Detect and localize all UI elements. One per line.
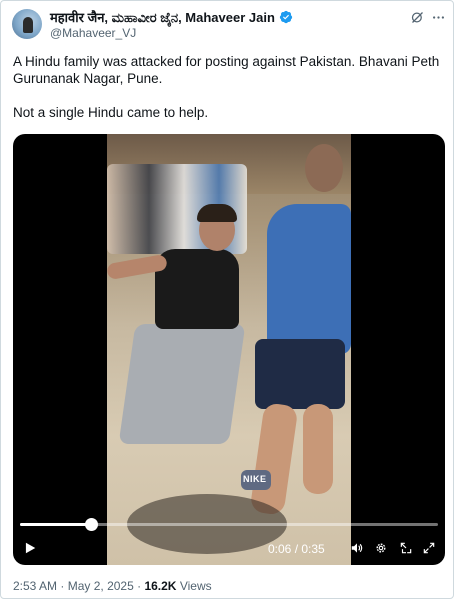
author-display-name[interactable]: महावीर जैन, ಮಹಾವೀರ ಜೈನ, Mahaveer Jain xyxy=(50,8,275,26)
views-count: 16.2K xyxy=(144,579,177,593)
tweet-text: A Hindu family was attacked for posting … xyxy=(13,53,443,121)
post-date[interactable]: May 2, 2025 xyxy=(68,579,134,593)
fullscreen-icon[interactable] xyxy=(422,541,436,555)
tweet-meta: 2:53 AM · May 2, 2025 · 16.2K Views xyxy=(13,579,212,593)
volume-icon[interactable] xyxy=(350,541,364,555)
picture-in-picture-icon[interactable] xyxy=(399,541,413,555)
video-progress-fill xyxy=(20,523,92,526)
tweet-paragraph: Not a single Hindu came to help. xyxy=(13,105,209,120)
avatar[interactable] xyxy=(12,9,42,39)
author-handle[interactable]: @Mahaveer_VJ xyxy=(50,26,136,40)
video-player[interactable]: NIKE 0:06 / 0:35 xyxy=(13,134,445,565)
views-label: Views xyxy=(179,579,212,593)
verified-badge-icon xyxy=(279,10,293,24)
author-name-row[interactable]: महावीर जैन, ಮಹಾವೀರ ಜೈನ, Mahaveer Jain xyxy=(50,9,293,25)
video-progress-bar[interactable] xyxy=(20,518,438,531)
play-icon[interactable] xyxy=(23,541,37,555)
more-options-icon[interactable] xyxy=(431,10,446,25)
tweet-card: महावीर जैन, ಮಹಾವೀರ ಜೈನ, Mahaveer Jain @M… xyxy=(0,0,454,599)
video-scrubber-handle[interactable] xyxy=(85,518,99,531)
post-time[interactable]: 2:53 AM xyxy=(13,579,57,593)
settings-icon[interactable] xyxy=(374,541,388,555)
tweet-paragraph: A Hindu family was attacked for posting … xyxy=(13,54,440,86)
avatar-figure xyxy=(23,17,33,33)
grok-icon[interactable] xyxy=(410,10,425,25)
video-time: 0:06 / 0:35 xyxy=(268,542,325,556)
meta-separator: · xyxy=(137,579,142,593)
video-frame: NIKE xyxy=(107,134,351,565)
sandal-brand-text: NIKE xyxy=(243,474,267,484)
video-controls: 0:06 / 0:35 xyxy=(13,534,445,562)
meta-separator: · xyxy=(60,579,65,593)
